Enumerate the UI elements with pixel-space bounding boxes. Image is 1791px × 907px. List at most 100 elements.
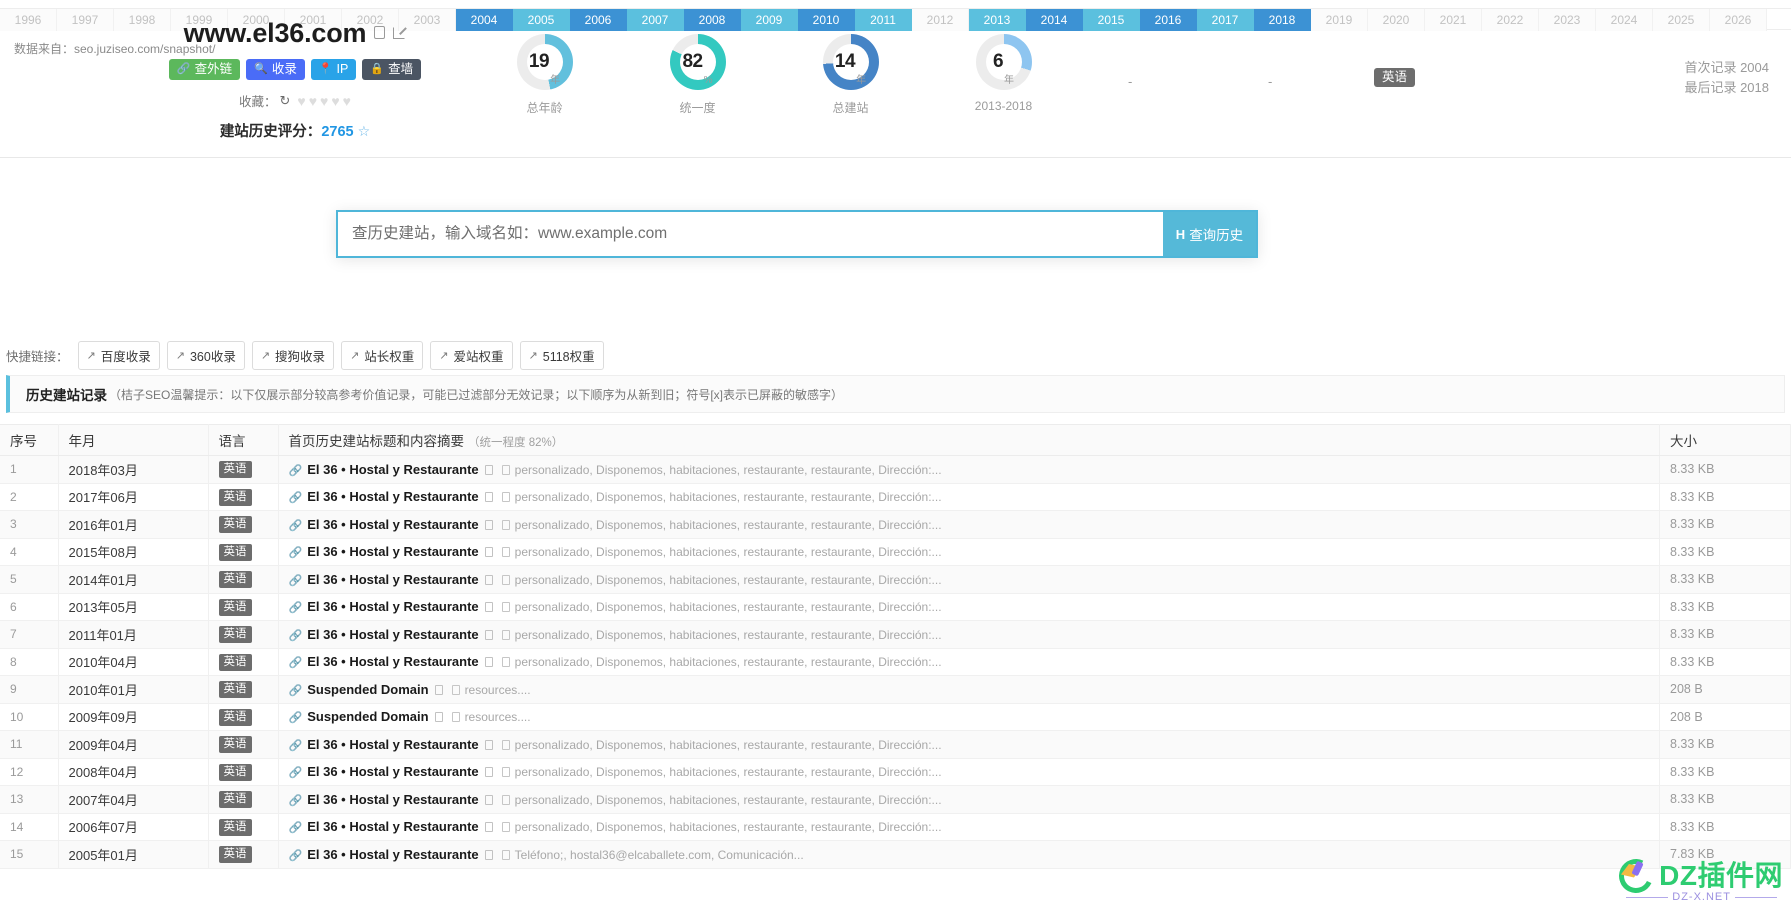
quick-link-sogou[interactable]: ↗ 搜狗收录 xyxy=(251,341,335,370)
refresh-icon[interactable]: ↻ xyxy=(280,93,291,109)
row-title[interactable]: El 36 • Hostal y Restaurante xyxy=(307,627,478,642)
link-icon[interactable]: 🔗 xyxy=(289,657,303,669)
copy-icon[interactable] xyxy=(374,25,386,41)
quick-link-360[interactable]: ↗ 360收录 xyxy=(166,341,245,370)
link-icon[interactable]: 🔗 xyxy=(289,602,303,614)
search-button[interactable]: H 查询历史 xyxy=(1163,210,1258,258)
timeline-year-2020[interactable]: 2020 xyxy=(1368,9,1425,31)
timeline-year-2004[interactable]: 2004 xyxy=(456,9,513,31)
row-title[interactable]: Suspended Domain xyxy=(307,682,428,697)
row-title[interactable]: El 36 • Hostal y Restaurante xyxy=(307,489,478,504)
copy-icon[interactable] xyxy=(484,629,493,640)
row-title[interactable]: El 36 • Hostal y Restaurante xyxy=(307,819,478,834)
timeline-year-2006[interactable]: 2006 xyxy=(570,9,627,31)
copy-icon[interactable] xyxy=(484,849,493,860)
row-title[interactable]: El 36 • Hostal y Restaurante xyxy=(307,572,478,587)
copy-icon[interactable] xyxy=(434,712,443,723)
row-snippet: personalizado, Disponemos, habitaciones,… xyxy=(514,820,942,835)
timeline-year-2017[interactable]: 2017 xyxy=(1197,9,1254,31)
timeline-year-1996[interactable]: 1996 xyxy=(0,9,57,31)
copy-icon[interactable] xyxy=(484,739,493,750)
link-icon[interactable]: 🔗 xyxy=(289,795,303,807)
link-icon[interactable]: 🔗 xyxy=(289,740,303,752)
timeline-year-2010[interactable]: 2010 xyxy=(798,9,855,31)
row-title[interactable]: El 36 • Hostal y Restaurante xyxy=(307,599,478,614)
link-icon[interactable]: 🔗 xyxy=(289,630,303,642)
copy-icon[interactable] xyxy=(484,547,493,558)
quick-link-zhanzhang[interactable]: ↗ 站长权重 xyxy=(341,341,424,370)
timeline-year-2025[interactable]: 2025 xyxy=(1653,9,1710,31)
timeline-year-2018[interactable]: 2018 xyxy=(1254,9,1311,31)
row-title[interactable]: El 36 • Hostal y Restaurante xyxy=(307,792,478,807)
timeline-year-2013[interactable]: 2013 xyxy=(969,9,1026,31)
row-title[interactable]: El 36 • Hostal y Restaurante xyxy=(307,517,478,532)
timeline-year-2005[interactable]: 2005 xyxy=(513,9,570,31)
timeline-year-2015[interactable]: 2015 xyxy=(1083,9,1140,31)
timeline-year-2022[interactable]: 2022 xyxy=(1482,9,1539,31)
copy-icon[interactable] xyxy=(484,492,493,503)
link-icon[interactable]: 🔗 xyxy=(289,520,303,532)
timeline-year-2009[interactable]: 2009 xyxy=(741,9,798,31)
heart-icon-5[interactable]: ♥ xyxy=(343,93,351,109)
quick-link-baidu[interactable]: ↗ 百度收录 xyxy=(77,341,160,370)
timeline-year-label: 2019 xyxy=(1325,13,1353,27)
heart-icon-1[interactable]: ♥ xyxy=(297,93,305,109)
timeline-year-2023[interactable]: 2023 xyxy=(1539,9,1596,31)
timeline-year-2011[interactable]: 2011 xyxy=(855,9,912,31)
heart-icon-3[interactable]: ♥ xyxy=(320,93,328,109)
external-link-icon[interactable] xyxy=(393,25,406,41)
timeline-year-2024[interactable]: 2024 xyxy=(1596,9,1653,31)
copy-icon[interactable] xyxy=(484,602,493,613)
row-title[interactable]: El 36 • Hostal y Restaurante xyxy=(307,544,478,559)
copy-icon[interactable] xyxy=(434,684,443,695)
link-icon[interactable]: 🔗 xyxy=(289,850,303,862)
copy-icon[interactable] xyxy=(484,657,493,668)
star-outline-icon[interactable]: ☆ xyxy=(358,123,371,139)
timeline-year-2016[interactable]: 2016 xyxy=(1140,9,1197,31)
row-title[interactable]: El 36 • Hostal y Restaurante xyxy=(307,462,478,477)
timeline-year-2021[interactable]: 2021 xyxy=(1425,9,1482,31)
cell-language: 英语 xyxy=(208,538,279,566)
check-firewall-button[interactable]: 🔒 查墙 xyxy=(362,59,422,80)
quick-link-aizhan[interactable]: ↗ 爱站权重 xyxy=(430,341,513,370)
search-input-wrapper[interactable] xyxy=(336,210,1163,258)
heart-icon-2[interactable]: ♥ xyxy=(309,93,317,109)
timeline-year-2012[interactable]: 2012 xyxy=(912,9,969,31)
notice-title: 历史建站记录 xyxy=(26,388,107,403)
timeline-year-2008[interactable]: 2008 xyxy=(684,9,741,31)
link-icon[interactable]: 🔗 xyxy=(289,547,303,559)
timeline-year-2019[interactable]: 2019 xyxy=(1311,9,1368,31)
link-icon[interactable]: 🔗 xyxy=(289,712,303,724)
timeline-year-label: 2011 xyxy=(870,13,896,27)
link-icon[interactable]: 🔗 xyxy=(289,492,303,504)
row-title[interactable]: El 36 • Hostal y Restaurante xyxy=(307,737,478,752)
link-icon[interactable]: 🔗 xyxy=(289,575,303,587)
timeline-year-label: 2024 xyxy=(1610,13,1638,27)
copy-icon[interactable] xyxy=(484,767,493,778)
timeline-year-label: 2026 xyxy=(1724,13,1752,27)
timeline-year-1997[interactable]: 1997 xyxy=(57,9,114,31)
ip-button[interactable]: 📍 IP xyxy=(310,59,357,80)
link-icon[interactable]: 🔗 xyxy=(289,767,303,779)
row-title[interactable]: El 36 • Hostal y Restaurante xyxy=(307,764,478,779)
link-icon[interactable]: 🔗 xyxy=(289,822,303,834)
copy-icon[interactable] xyxy=(484,794,493,805)
copy-icon[interactable] xyxy=(484,464,493,475)
check-backlinks-button[interactable]: 🔗 查外链 xyxy=(168,59,241,80)
copy-icon[interactable] xyxy=(484,574,493,585)
link-icon[interactable]: 🔗 xyxy=(289,465,303,477)
timeline-year-2026[interactable]: 2026 xyxy=(1710,9,1767,31)
quick-link-5118[interactable]: ↗ 5118权重 xyxy=(519,341,604,370)
row-title[interactable]: El 36 • Hostal y Restaurante xyxy=(307,654,478,669)
heart-icon-4[interactable]: ♥ xyxy=(331,93,339,109)
copy-icon[interactable] xyxy=(484,822,493,833)
indexed-button[interactable]: 🔍 收录 xyxy=(246,59,305,80)
cell-index: 14 xyxy=(0,813,59,841)
row-title[interactable]: El 36 • Hostal y Restaurante xyxy=(307,847,478,862)
row-title[interactable]: Suspended Domain xyxy=(307,709,428,724)
link-icon[interactable]: 🔗 xyxy=(289,685,303,697)
timeline-year-2014[interactable]: 2014 xyxy=(1026,9,1083,31)
search-input[interactable] xyxy=(352,225,1149,243)
timeline-year-2007[interactable]: 2007 xyxy=(627,9,684,31)
copy-icon[interactable] xyxy=(484,519,493,530)
